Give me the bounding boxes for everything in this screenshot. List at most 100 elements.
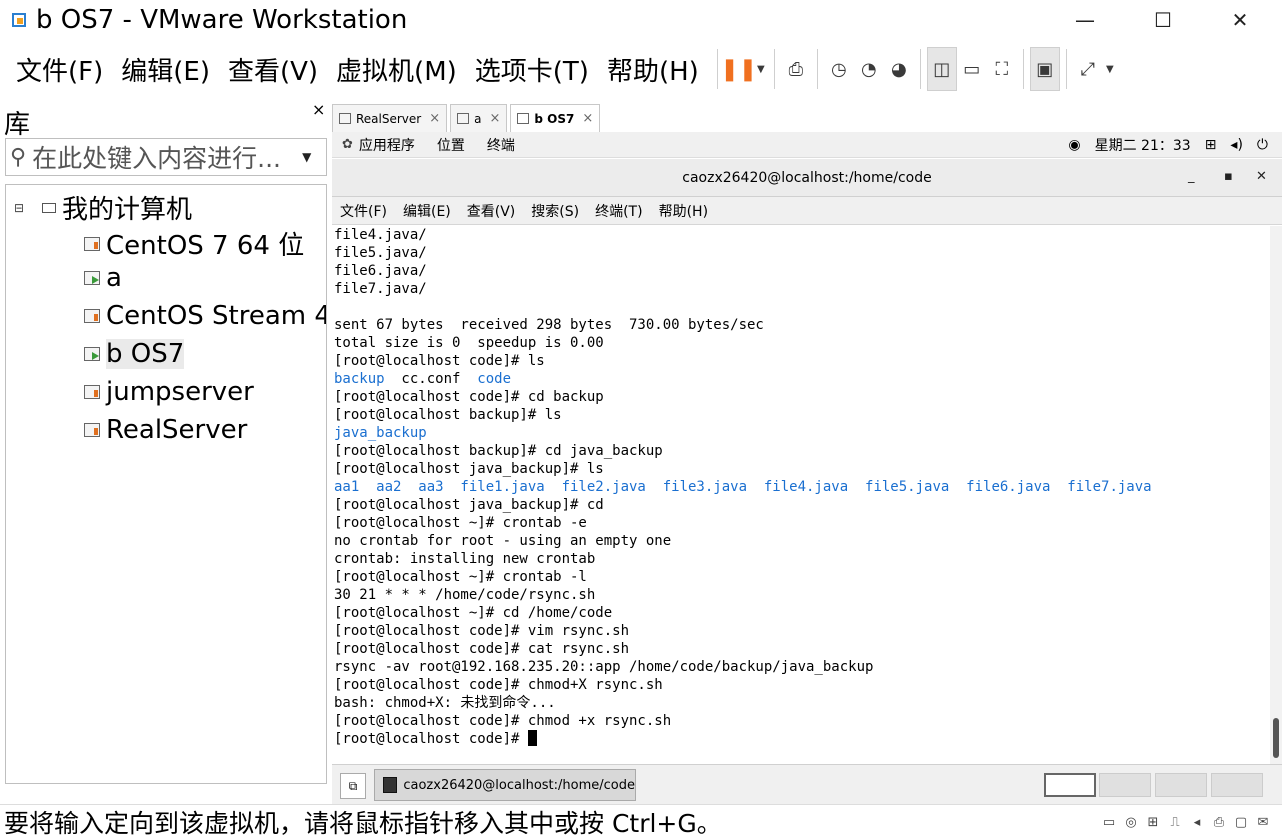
- tab-close-icon[interactable]: ×: [429, 111, 440, 126]
- tab-realserver[interactable]: RealServer ×: [332, 104, 448, 132]
- terminal-text: file4.java/: [334, 227, 427, 243]
- terminal-close-button[interactable]: ✕: [1256, 169, 1267, 184]
- terminal-scrollbar[interactable]: [1270, 226, 1282, 764]
- close-button[interactable]: ✕: [1205, 0, 1275, 40]
- taskbar-terminal-item[interactable]: caozx26420@localhost:/home/code: [374, 769, 636, 801]
- tab-a[interactable]: a ×: [450, 104, 508, 132]
- terminal-menu-search[interactable]: 搜索(S): [531, 201, 579, 221]
- places-menu[interactable]: 位置: [437, 135, 465, 155]
- snapshot-manager-icon[interactable]: ◕: [884, 47, 914, 91]
- network-icon[interactable]: ⊞: [1205, 137, 1217, 153]
- pause-icon[interactable]: ❚❚: [720, 47, 757, 91]
- terminal-line: bash: chmod+X: 未找到命令...: [332, 694, 1270, 712]
- terminal-menu-help[interactable]: 帮助(H): [659, 201, 708, 221]
- revert-snapshot-icon[interactable]: ◔: [854, 47, 884, 91]
- cd-drive-icon[interactable]: ◎: [1122, 813, 1140, 831]
- minimize-button[interactable]: —: [1050, 0, 1120, 40]
- title-bar: b OS7 - VMware Workstation — ☐ ✕: [0, 0, 1282, 40]
- terminal-menu-terminal[interactable]: 终端(T): [595, 201, 642, 221]
- menu-bar: 文件(F) 编辑(E) 查看(V) 虚拟机(M) 选项卡(T) 帮助(H) ❚❚…: [0, 40, 1282, 98]
- send-keys-icon[interactable]: ⎙: [781, 47, 811, 91]
- device-icons: ▭ ◎ ⊞ ⎍ ◂ ⎙ ▢ ✉: [1096, 813, 1272, 831]
- vm-item-centos-stream[interactable]: CentOS Stream 4: [84, 301, 326, 331]
- vm-tabs: RealServer × a × b OS7 ×: [332, 104, 603, 132]
- chevron-down-icon[interactable]: ▼: [302, 150, 311, 164]
- terminal-text: bash: chmod+X: 未找到命令...: [334, 695, 556, 711]
- workspace-3[interactable]: [1155, 773, 1207, 797]
- workspace-2[interactable]: [1099, 773, 1151, 797]
- vm-item-a[interactable]: a: [84, 263, 122, 293]
- terminal-line: [root@localhost ~]# crontab -l: [332, 568, 1270, 586]
- terminal-line: [root@localhost code]#: [332, 730, 1270, 748]
- sound-icon[interactable]: ◂: [1188, 813, 1206, 831]
- printer-icon[interactable]: ⎙: [1210, 813, 1228, 831]
- toolbar-divider: [716, 49, 718, 89]
- terminal-menu-view[interactable]: 查看(V): [467, 201, 516, 221]
- chevron-down-icon[interactable]: ▼: [1103, 47, 1117, 91]
- library-close-button[interactable]: ×: [312, 100, 325, 119]
- collapse-icon[interactable]: ⊟: [14, 201, 28, 215]
- menu-vm[interactable]: 虚拟机(M): [336, 51, 457, 88]
- terminal-line: file6.java/: [332, 262, 1270, 280]
- volume-icon[interactable]: ◂): [1230, 137, 1243, 153]
- tab-close-icon[interactable]: ×: [490, 111, 501, 126]
- terminal-text: no crontab for root - using an empty one: [334, 533, 672, 549]
- snapshot-icon[interactable]: ◷: [824, 47, 854, 91]
- applications-menu[interactable]: 应用程序: [359, 135, 415, 155]
- usb-icon[interactable]: ⎍: [1166, 813, 1184, 831]
- chevron-down-icon[interactable]: ▼: [754, 47, 768, 91]
- scrollbar-thumb[interactable]: [1273, 718, 1279, 758]
- vm-item-centos7[interactable]: CentOS 7 64 位: [84, 225, 304, 262]
- workspace-1[interactable]: [1044, 773, 1096, 797]
- vm-label: b OS7: [106, 339, 185, 369]
- library-view-icon[interactable]: ◫: [926, 47, 957, 91]
- terminal-line: [root@localhost code]# vim rsync.sh: [332, 622, 1270, 640]
- network-adapter-icon[interactable]: ⊞: [1144, 813, 1162, 831]
- tab-close-icon[interactable]: ×: [582, 111, 593, 126]
- status-bar: 要将输入定向到该虚拟机，请将鼠标指针移入其中或按 Ctrl+G。 ▭ ◎ ⊞ ⎍…: [0, 804, 1282, 838]
- apps-menu-icon: ✿: [342, 137, 353, 152]
- terminal-maximize-button[interactable]: ▪: [1224, 169, 1233, 184]
- terminal-app-menu[interactable]: 终端: [487, 135, 515, 155]
- vm-item-realserver[interactable]: RealServer: [84, 415, 247, 445]
- vm-tree: ⊟ 我的计算机 CentOS 7 64 位 a CentOS Stream 4 …: [5, 184, 327, 784]
- terminal-text: file7.java/: [334, 281, 427, 297]
- library-search-input[interactable]: ⚲ 在此处键入内容进行... ▼: [5, 138, 327, 176]
- menu-tabs[interactable]: 选项卡(T): [475, 51, 589, 88]
- terminal-menu-edit[interactable]: 编辑(E): [403, 201, 451, 221]
- terminal-menu-file[interactable]: 文件(F): [340, 201, 387, 221]
- guest-top-panel: ✿ 应用程序 位置 终端 ◉ 星期二 21：33 ⊞ ◂) ⏻: [332, 132, 1282, 158]
- menu-view[interactable]: 查看(V): [228, 51, 318, 88]
- fullscreen-icon[interactable]: ⛶: [987, 47, 1017, 91]
- status-message: 要将输入定向到该虚拟机，请将鼠标指针移入其中或按 Ctrl+G。: [4, 808, 722, 838]
- message-icon[interactable]: ✉: [1254, 813, 1272, 831]
- vm-item-b-os7[interactable]: b OS7: [84, 339, 185, 369]
- terminal-text: total size is 0 speedup is 0.00: [334, 335, 604, 351]
- show-desktop-icon[interactable]: ⧉: [340, 773, 366, 799]
- workspace-4[interactable]: [1211, 773, 1263, 797]
- vm-label: RealServer: [106, 415, 248, 445]
- clock[interactable]: 星期二 21：33: [1095, 135, 1191, 155]
- terminal-line: [root@localhost code]# ls: [332, 352, 1270, 370]
- vm-item-jumpserver[interactable]: jumpserver: [84, 377, 254, 407]
- menu-file[interactable]: 文件(F): [16, 51, 103, 88]
- power-icon[interactable]: ⏻: [1257, 137, 1268, 153]
- maximize-button[interactable]: ☐: [1128, 0, 1198, 40]
- thumbnail-view-icon[interactable]: ▭: [957, 47, 987, 91]
- display-icon[interactable]: ▢: [1232, 813, 1250, 831]
- console-view-icon[interactable]: ▣: [1029, 47, 1060, 91]
- terminal-output[interactable]: file4.java/file5.java/file6.java/file7.j…: [332, 226, 1270, 764]
- hard-disk-icon[interactable]: ▭: [1100, 813, 1118, 831]
- terminal-text: file6.java/: [334, 263, 427, 279]
- menu-help[interactable]: 帮助(H): [607, 51, 699, 88]
- terminal-minimize-button[interactable]: _: [1188, 169, 1195, 184]
- tree-root[interactable]: ⊟ 我的计算机: [14, 189, 192, 226]
- stretch-icon[interactable]: ⤢: [1073, 47, 1103, 91]
- tab-b-os7[interactable]: b OS7 ×: [510, 104, 601, 132]
- terminal-line: java_backup: [332, 424, 1270, 442]
- user-avatar-icon[interactable]: ◉: [1068, 137, 1080, 153]
- terminal-text: code: [477, 371, 512, 387]
- menu-edit[interactable]: 编辑(E): [121, 51, 210, 88]
- terminal-text: file5.java/: [334, 245, 427, 261]
